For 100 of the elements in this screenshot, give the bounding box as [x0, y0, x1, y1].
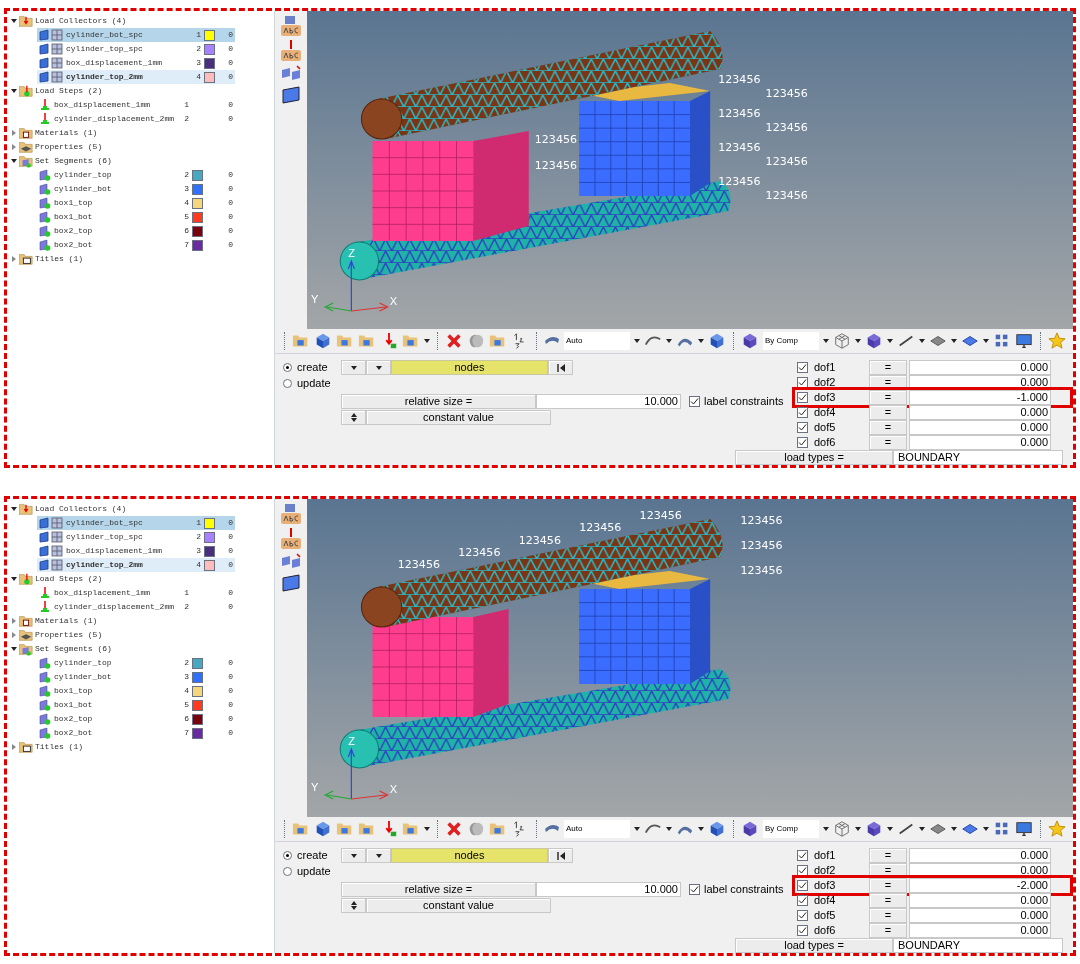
reset-selection-button[interactable]: [548, 848, 573, 863]
tree-group-label[interactable]: Materials (1): [35, 127, 98, 139]
tree-row[interactable]: cylinder_displacement_2mm 2 0: [37, 600, 235, 614]
tree-group-label[interactable]: Load Steps (2): [35, 573, 103, 585]
operator-button[interactable]: =: [869, 893, 907, 908]
tree-row[interactable]: box2_bot 7 0: [37, 726, 235, 740]
dropdown-button[interactable]: [341, 848, 366, 863]
mesh-mode-dropdown[interactable]: Auto: [564, 820, 630, 838]
tree-row[interactable]: cylinder_top_2mm 4 0: [37, 70, 235, 84]
tree-group-label[interactable]: Properties (5): [35, 141, 103, 153]
dof-value-field[interactable]: 0.000: [909, 420, 1051, 435]
tree-row[interactable]: cylinder_top_2mm 4 0: [37, 558, 235, 572]
tree-row[interactable]: cylinder_bot_spc 1 0: [37, 28, 235, 42]
caret-icon[interactable]: [634, 339, 640, 343]
entity-selector-button[interactable]: nodes: [391, 360, 548, 375]
surface-tool-icon[interactable]: [280, 574, 302, 592]
label-tool-icon[interactable]: [280, 528, 302, 550]
cycle-button[interactable]: [341, 409, 366, 425]
dof-value-field[interactable]: 0.000: [909, 908, 1051, 923]
label-tool-icon[interactable]: [280, 15, 302, 37]
label-tool-icon[interactable]: [280, 40, 302, 62]
checkbox[interactable]: [689, 883, 700, 895]
dof-value-field[interactable]: 0.000: [909, 435, 1051, 450]
collapsed-caret-icon[interactable]: [11, 618, 17, 624]
caret-icon[interactable]: [823, 339, 829, 343]
tree-row[interactable]: cylinder_bot 3 0: [37, 182, 235, 196]
cube-icon[interactable]: [314, 820, 332, 838]
model-viewport[interactable]: 123456 123456 123456 123456 123456 123456 123456 123456 123456 123456 Z Y X: [307, 11, 1073, 329]
dof-value-field[interactable]: 0.000: [909, 893, 1051, 908]
expanded-caret-icon[interactable]: [11, 88, 17, 94]
caret-icon[interactable]: [350, 853, 357, 858]
radio-button[interactable]: [283, 851, 292, 860]
checkbox[interactable]: [689, 395, 700, 407]
delete-icon[interactable]: [445, 332, 463, 350]
size-input-field[interactable]: 10.000: [536, 881, 681, 897]
expanded-caret-icon[interactable]: [11, 576, 17, 582]
size-mode-button[interactable]: relative size =: [341, 393, 536, 409]
tree-row[interactable]: box2_bot 7 0: [37, 238, 235, 252]
checkbox[interactable]: [797, 422, 808, 433]
shaded-cube-icon[interactable]: [865, 332, 883, 350]
star-icon[interactable]: [1048, 332, 1066, 350]
caret-icon[interactable]: [887, 827, 893, 831]
dof-value-field[interactable]: 0.000: [909, 360, 1051, 375]
value-mode-button[interactable]: constant value: [366, 409, 551, 425]
operator-button[interactable]: =: [869, 923, 907, 938]
tree-row[interactable]: box_displacement_1mm 3 0: [37, 544, 235, 558]
caret-icon[interactable]: [983, 339, 989, 343]
load-types-button[interactable]: load types =: [735, 450, 893, 465]
model-viewport[interactable]: 123456 123456 123456 123456 123456 123456 123456 123456 Z Y X: [307, 499, 1073, 817]
operator-button[interactable]: =: [869, 878, 907, 893]
dof-value-field[interactable]: 0.000: [909, 405, 1051, 420]
load-types-field[interactable]: BOUNDARY: [893, 938, 1063, 953]
caret-icon[interactable]: [887, 339, 893, 343]
tree-group-label[interactable]: Load Collectors (4): [35, 503, 127, 515]
radio-button[interactable]: [283, 379, 292, 388]
expanded-caret-icon[interactable]: [11, 158, 17, 164]
monitor-icon[interactable]: [1015, 332, 1033, 350]
tree-row[interactable]: cylinder_displacement_2mm 2 0: [37, 112, 235, 126]
cube-icon[interactable]: [708, 332, 726, 350]
radio-label[interactable]: update: [297, 375, 331, 392]
tree-group-label[interactable]: Load Collectors (4): [35, 15, 127, 27]
tree-group-label[interactable]: Load Steps (2): [35, 85, 103, 97]
radio-button[interactable]: [283, 363, 292, 372]
shaded-cube-icon[interactable]: [865, 820, 883, 838]
shaded-cube-icon[interactable]: [741, 820, 759, 838]
expanded-caret-icon[interactable]: [11, 506, 17, 512]
surface-tool-icon[interactable]: [280, 86, 302, 104]
tree-group-label[interactable]: Set Segments (6): [35, 643, 112, 655]
operator-button[interactable]: =: [869, 435, 907, 450]
tree-row[interactable]: box1_bot 5 0: [37, 210, 235, 224]
checkbox[interactable]: [797, 910, 808, 921]
caret-icon[interactable]: [919, 339, 925, 343]
checkbox[interactable]: [797, 362, 808, 373]
color-mode-dropdown[interactable]: By Comp: [763, 820, 819, 838]
checkbox[interactable]: [797, 880, 808, 891]
caret-icon[interactable]: [375, 853, 382, 858]
caret-icon[interactable]: [951, 827, 957, 831]
operator-button[interactable]: =: [869, 848, 907, 863]
collapsed-caret-icon[interactable]: [11, 144, 17, 150]
checkbox[interactable]: [797, 437, 808, 448]
dropdown-button[interactable]: [366, 360, 391, 375]
caret-icon[interactable]: [855, 339, 861, 343]
tree-group-label[interactable]: Titles (1): [35, 741, 83, 753]
caret-icon[interactable]: [666, 339, 672, 343]
size-input-field[interactable]: 10.000: [536, 393, 681, 409]
caret-icon[interactable]: [698, 827, 704, 831]
dropdown-button[interactable]: [341, 360, 366, 375]
tree-row[interactable]: box_displacement_1mm 3 0: [37, 56, 235, 70]
operator-button[interactable]: =: [869, 420, 907, 435]
operator-button[interactable]: =: [869, 390, 907, 405]
tree-row[interactable]: box1_top 4 0: [37, 684, 235, 698]
reset-selection-button[interactable]: [548, 360, 573, 375]
tree-group-label[interactable]: Materials (1): [35, 615, 98, 627]
cube-icon[interactable]: [708, 820, 726, 838]
checkbox[interactable]: [797, 865, 808, 876]
star-icon[interactable]: [1048, 820, 1066, 838]
wireframe-cube-icon[interactable]: [833, 332, 851, 350]
caret-icon[interactable]: [919, 827, 925, 831]
expanded-caret-icon[interactable]: [11, 18, 17, 24]
tree-row[interactable]: cylinder_top_spc 2 0: [37, 42, 235, 56]
